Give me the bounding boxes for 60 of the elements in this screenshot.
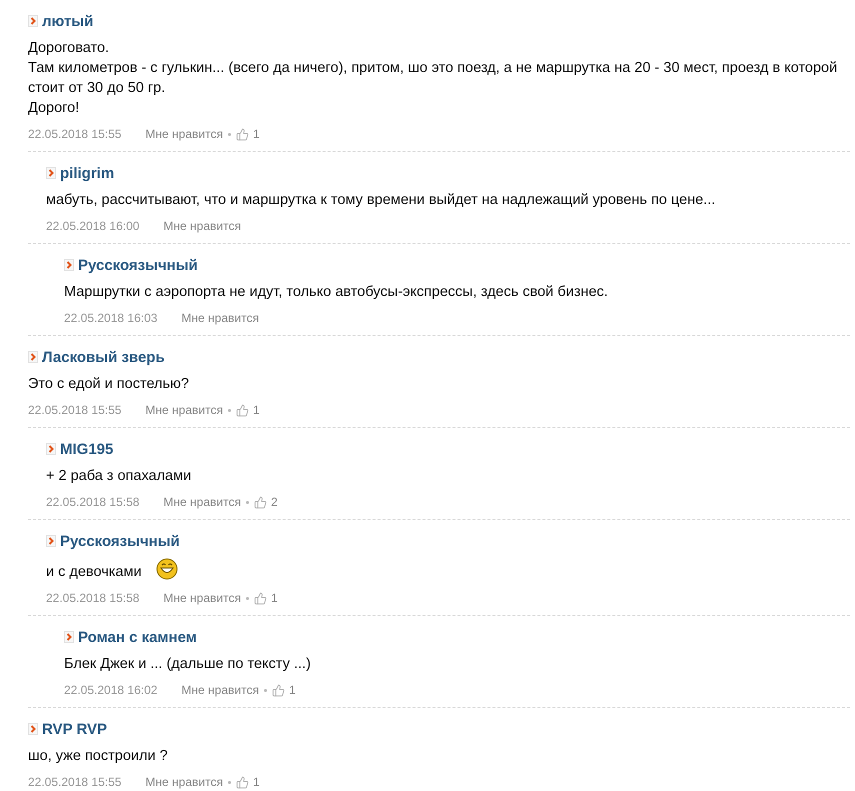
author-link[interactable]: Русскоязычный: [60, 532, 180, 550]
comment-text: + 2 раба з опахалами: [46, 467, 192, 486]
thumbs-up-icon: [236, 404, 249, 416]
author-link[interactable]: Роман с камнем: [78, 628, 197, 646]
author-link[interactable]: MIG195: [60, 440, 114, 458]
like-count: 1: [270, 591, 278, 605]
like-link[interactable]: Мне нравится: [163, 495, 241, 509]
dot-icon: [228, 780, 231, 784]
like-count: 2: [270, 495, 278, 509]
chevron-icon: [28, 723, 38, 735]
chevron-icon: [46, 535, 56, 547]
chevron-icon: [64, 259, 74, 271]
comment-date: 22.05.2018 15:58: [46, 591, 140, 605]
thumbs-up-icon: [272, 684, 285, 696]
comment-text: Блек Джек и ... (дальше по тексту ...): [64, 655, 312, 674]
comment-date: 22.05.2018 15:58: [46, 495, 140, 509]
chevron-icon: [46, 443, 56, 455]
comment-date: 22.05.2018 15:55: [28, 127, 122, 141]
author-link[interactable]: Русскоязычный: [78, 256, 198, 274]
like-count: 1: [252, 127, 260, 141]
like-link[interactable]: Мне нравится: [145, 127, 223, 141]
comment-text: Дороговато.: [28, 39, 110, 58]
dot-icon: [228, 132, 231, 136]
comment-date: 22.05.2018 16:00: [46, 219, 140, 233]
comment-text: Дорого!: [28, 99, 80, 118]
comment-date: 22.05.2018 16:02: [64, 683, 158, 697]
comment-text: Там километров - с гулькин... (всего да ничего), притом, шо это поезд, а не маршрутка на 20 - 30 мест, проезд в которой стоит от 30 до 50 гр.: [28, 59, 838, 98]
dot-icon: [264, 688, 267, 692]
author-link[interactable]: лютый: [42, 12, 94, 30]
chevron-icon: [28, 15, 38, 27]
comment-date: 22.05.2018 15:55: [28, 403, 122, 417]
author-link[interactable]: RVP RVP: [42, 720, 108, 738]
thumbs-up-icon: [236, 776, 249, 788]
like-link[interactable]: Мне нравится: [181, 683, 259, 697]
chevron-icon: [28, 351, 38, 363]
thumbs-up-icon: [254, 592, 267, 604]
dot-icon: [228, 408, 231, 412]
like-link[interactable]: Мне нравится: [163, 591, 241, 605]
comment-text: шо, уже построили ?: [28, 747, 169, 766]
dot-icon: [246, 596, 249, 600]
dot-icon: [246, 500, 249, 504]
author-link[interactable]: Ласковый зверь: [42, 348, 165, 366]
like-link[interactable]: Мне нравится: [181, 311, 259, 325]
comment-text: Маршрутки с аэропорта не идут, только автобусы-экспрессы, здесь свой бизнес.: [64, 283, 609, 302]
comment-date: 22.05.2018 15:55: [28, 775, 122, 789]
thumbs-up-icon: [254, 496, 267, 508]
like-link[interactable]: Мне нравится: [145, 403, 223, 417]
comment-text: и с девочками: [46, 563, 142, 582]
like-count: 1: [288, 683, 296, 697]
chevron-icon: [64, 631, 74, 643]
author-link[interactable]: piligrim: [60, 164, 114, 182]
comment-date: 22.05.2018 16:03: [64, 311, 158, 325]
like-count: 1: [252, 775, 260, 789]
comment-text: мабуть, рассчитывают, что и маршрутка к тому времени выйдет на надлежащий уровень по цене...: [46, 191, 716, 210]
like-count: 1: [252, 403, 260, 417]
comment-text: Это с едой и постелью?: [28, 375, 190, 394]
like-link[interactable]: Мне нравится: [163, 219, 241, 233]
like-link[interactable]: Мне нравится: [145, 775, 223, 789]
chevron-icon: [46, 167, 56, 179]
thumbs-up-icon: [236, 128, 249, 140]
